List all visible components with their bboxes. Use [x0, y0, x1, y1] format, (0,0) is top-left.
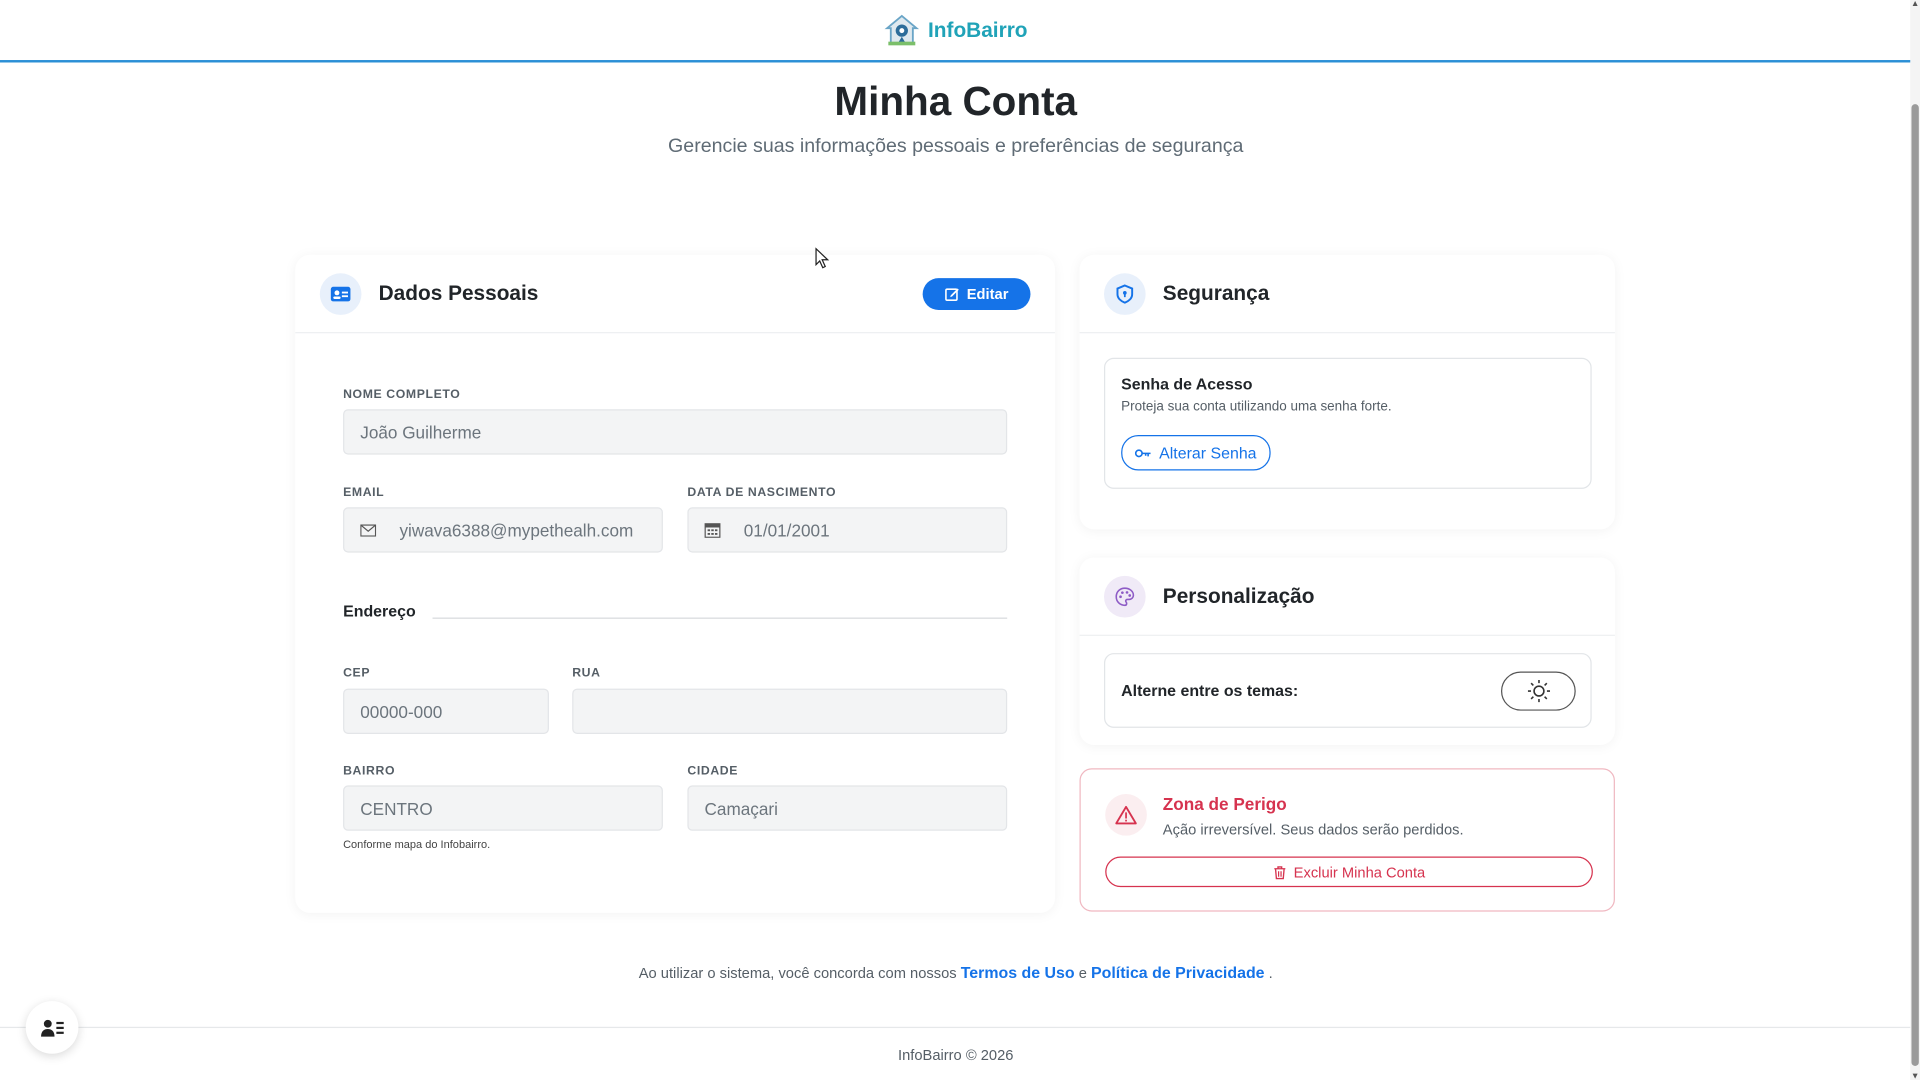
email-field[interactable]: yiwava6388@mypethealh.com [343, 507, 663, 553]
delete-account-label: Excluir Minha Conta [1293, 863, 1426, 881]
top-navbar: InfoBairro [0, 0, 1912, 63]
password-title: Senha de Acesso [1121, 374, 1253, 394]
danger-zone-card: Zona de Perigo Ação irreversível. Seus d… [1079, 768, 1615, 912]
consent-text: Ao utilizar o sistema, você concorda com… [638, 964, 957, 982]
email-label: EMAIL [343, 486, 385, 500]
warning-triangle-icon [1105, 793, 1147, 836]
security-header: Segurança [1079, 255, 1615, 334]
cep-input[interactable]: 00000-000 [343, 688, 549, 734]
neighborhood-hint: Conforme mapa do Infobairro. [343, 838, 491, 851]
personalization-card: Personalização Alterne entre os temas: [1079, 557, 1615, 745]
full-name-value: João Guilherme [360, 422, 482, 442]
pencil-square-icon [945, 287, 959, 301]
scroll-up-arrow-icon[interactable]: ▲ [1910, 0, 1920, 9]
terms-link[interactable]: Termos de Uso [961, 963, 1075, 981]
app-root: InfoBairro Minha Conta Gerencie suas inf… [0, 0, 1920, 1080]
personal-data-header: Dados Pessoais Editar [295, 255, 1055, 334]
neighborhood-label: BAIRRO [343, 764, 396, 779]
theme-label: Alterne entre os temas: [1121, 681, 1299, 700]
map-pin-house-icon [885, 14, 920, 45]
address-section-title: Endereço [343, 601, 416, 621]
scrollbar-thumb[interactable] [1911, 104, 1919, 1067]
trash-icon [1274, 865, 1286, 879]
security-title: Segurança [1162, 281, 1270, 305]
envelope-icon [360, 523, 399, 537]
theme-toggle-button[interactable] [1500, 671, 1576, 711]
palette-icon [1103, 575, 1146, 617]
street-input[interactable] [572, 688, 1008, 734]
password-description: Proteja sua conta utilizando uma senha f… [1121, 399, 1392, 415]
user-list-icon [40, 1019, 64, 1036]
address-divider [432, 617, 1008, 619]
cep-label: CEP [343, 666, 371, 681]
street-label: RUA [572, 666, 601, 681]
personalization-header: Personalização [1079, 558, 1615, 636]
city-label: CIDADE [687, 764, 739, 779]
personalization-title: Personalização [1162, 583, 1315, 608]
page-title: Minha Conta [834, 78, 1078, 124]
shield-icon [1103, 272, 1146, 315]
privacy-link[interactable]: Política de Privacidade [1091, 963, 1265, 981]
edit-button[interactable]: Editar [922, 277, 1031, 310]
change-password-button[interactable]: Alterar Senha [1121, 434, 1271, 471]
security-card: Segurança Senha de Acesso Proteja sua co… [1079, 254, 1615, 530]
personal-data-title: Dados Pessoais [378, 281, 539, 305]
full-name-field[interactable]: João Guilherme [343, 409, 1008, 455]
theme-box: Alterne entre os temas: [1103, 653, 1592, 728]
mouse-cursor-icon [815, 247, 830, 269]
page-subtitle: Gerencie suas informações pessoais e pre… [668, 136, 1244, 157]
personal-data-card: Dados Pessoais Editar NOME COMPLETO João… [295, 254, 1055, 913]
and-text: e [1078, 964, 1087, 982]
email-value: yiwava6388@mypethealh.com [399, 520, 634, 540]
danger-zone-title: Zona de Perigo [1162, 793, 1287, 814]
city-field[interactable]: Camaçari [687, 785, 1008, 831]
cep-placeholder: 00000-000 [360, 701, 443, 722]
password-box: Senha de Acesso Proteja sua conta utiliz… [1103, 357, 1592, 489]
page-scrollbar[interactable]: ▲ ▼ [1910, 0, 1920, 1080]
sun-icon [1527, 680, 1550, 703]
id-card-icon [319, 272, 362, 315]
change-password-label: Alterar Senha [1159, 443, 1257, 462]
delete-account-button[interactable]: Excluir Minha Conta [1105, 856, 1593, 888]
scroll-down-arrow-icon[interactable]: ▼ [1910, 1072, 1920, 1080]
period-text: . [1268, 964, 1273, 982]
neighborhood-value: CENTRO [360, 798, 433, 818]
calendar-icon [704, 522, 744, 538]
birth-date-value: 01/01/2001 [743, 520, 830, 540]
consent-note: Ao utilizar o sistema, você concorda com… [0, 963, 1911, 981]
brand-link[interactable]: InfoBairro [884, 12, 1028, 49]
full-name-label: NOME COMPLETO [343, 388, 461, 402]
brand-name: InfoBairro [928, 17, 1028, 42]
city-value: Camaçari [704, 798, 778, 818]
birth-date-field[interactable]: 01/01/2001 [687, 507, 1008, 553]
copyright: InfoBairro © 2026 [897, 1046, 1014, 1064]
accessibility-fab[interactable] [25, 1001, 79, 1054]
key-icon [1134, 448, 1151, 457]
edit-button-label: Editar [966, 284, 1009, 303]
danger-zone-description: Ação irreversível. Seus dados serão perd… [1162, 820, 1464, 839]
footer-bar: InfoBairro © 2026 [0, 1026, 1912, 1080]
birth-date-label: DATA DE NASCIMENTO [687, 486, 837, 500]
neighborhood-field[interactable]: CENTRO [343, 785, 663, 831]
